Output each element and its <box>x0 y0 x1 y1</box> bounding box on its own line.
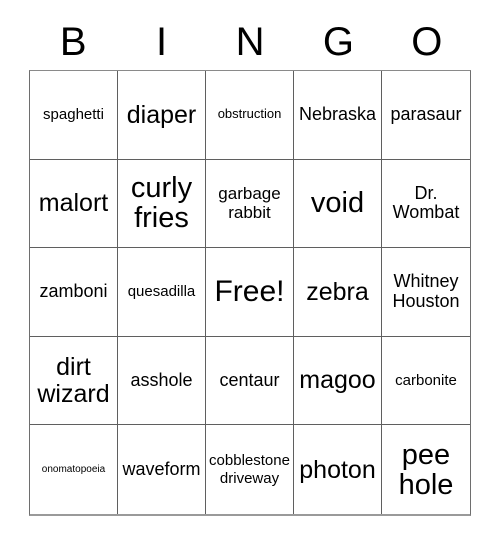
bingo-cell[interactable]: Dr. Wombat <box>382 159 470 249</box>
bingo-cell-label: pee hole <box>398 438 454 501</box>
bingo-cell[interactable]: cobblestone driveway <box>206 425 294 514</box>
bingo-cell-label: Dr. Wombat <box>392 182 460 223</box>
bingo-cell-label: photon <box>299 455 376 484</box>
bingo-cell[interactable]: zebra <box>294 248 382 337</box>
bingo-header-row: B I N G O <box>29 14 471 70</box>
bingo-cell[interactable]: parasaur <box>382 71 470 160</box>
bingo-header-letter-o: O <box>411 20 443 64</box>
bingo-cell-label: curly fries <box>130 172 193 235</box>
bingo-cell-label: diaper <box>126 100 197 129</box>
bingo-cell-label: asshole <box>130 369 193 390</box>
bingo-cell-label: Free! <box>214 274 285 308</box>
bingo-cell-label: garbage rabbit <box>218 184 281 223</box>
bingo-cell[interactable]: diaper <box>118 71 206 160</box>
bingo-cell-label: zamboni <box>39 281 108 302</box>
bingo-header-letter-b: B <box>59 20 87 64</box>
bingo-header-letter-g: G <box>322 20 354 64</box>
bingo-cell[interactable]: malort <box>30 159 118 249</box>
bingo-cell[interactable]: garbage rabbit <box>206 159 294 249</box>
bingo-cell[interactable]: asshole <box>118 336 206 426</box>
bingo-cell[interactable]: carbonite <box>382 336 470 426</box>
bingo-cell[interactable]: magoo <box>294 336 382 426</box>
bingo-cell[interactable]: dirt wizard <box>30 336 118 426</box>
bingo-cell-free-space[interactable]: Free! <box>206 248 294 337</box>
bingo-cell-label: parasaur <box>390 103 462 124</box>
bingo-cell[interactable]: quesadilla <box>118 248 206 337</box>
bingo-cell-label: zebra <box>306 277 369 306</box>
bingo-cell-label: spaghetti <box>43 105 104 123</box>
bingo-cell-label: obstruction <box>217 106 282 122</box>
bingo-cell[interactable]: obstruction <box>206 71 294 160</box>
bingo-cell[interactable]: Nebraska <box>294 71 382 160</box>
bingo-cell-label: cobblestone driveway <box>209 452 290 487</box>
bingo-header-letter-i: I <box>156 20 168 64</box>
bingo-cell-label: dirt wizard <box>37 353 110 408</box>
bingo-header-letter-n: N <box>235 20 265 64</box>
bingo-cell[interactable]: void <box>294 159 382 249</box>
bingo-cell-label: waveform <box>122 458 201 479</box>
bingo-cell[interactable]: onomatopoeia <box>30 425 118 514</box>
bingo-grid: spaghetti diaper obstruction Nebraska parasa… <box>29 70 471 516</box>
bingo-cell-label: quesadilla <box>127 283 196 301</box>
bingo-cell[interactable]: centaur <box>206 336 294 426</box>
bingo-cell-label: carbonite <box>395 371 457 389</box>
bingo-cell[interactable]: photon <box>294 425 382 514</box>
bingo-cell-label: Whitney Houston <box>392 271 460 311</box>
bingo-cell-label: magoo <box>299 366 376 395</box>
bingo-cell-label: malort <box>38 189 109 218</box>
bingo-cell[interactable]: Whitney Houston <box>382 248 470 337</box>
bingo-cell-label: void <box>310 187 365 220</box>
bingo-card: B I N G O spaghetti diaper obstruction Nebr… <box>0 0 500 544</box>
bingo-cell[interactable]: pee hole <box>382 425 470 514</box>
bingo-cell[interactable]: waveform <box>118 425 206 514</box>
bingo-cell[interactable]: zamboni <box>30 248 118 337</box>
bingo-cell-label: centaur <box>219 369 280 390</box>
bingo-cell[interactable]: curly fries <box>118 159 206 249</box>
bingo-cell-label: onomatopoeia <box>41 463 106 475</box>
bingo-cell-label: Nebraska <box>298 103 377 124</box>
bingo-cell[interactable]: spaghetti <box>30 71 118 160</box>
